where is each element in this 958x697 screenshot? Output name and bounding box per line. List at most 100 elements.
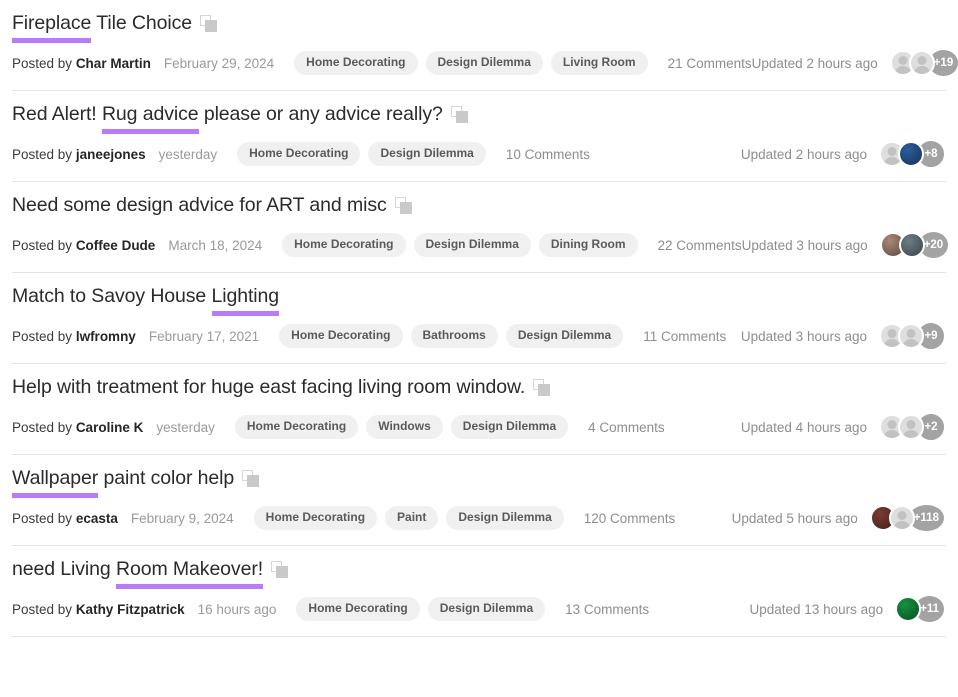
- tag-list: Home Decorating Bathrooms Design Dilemma: [279, 324, 624, 348]
- thread-title-highlight: Wallpaper: [12, 467, 99, 498]
- tag-pill[interactable]: Bathrooms: [410, 324, 498, 348]
- copy-icon[interactable]: [394, 197, 412, 214]
- posted-by: Posted by janeejones: [12, 147, 146, 162]
- post-date: yesterday: [156, 419, 215, 435]
- thread-row[interactable]: Need some design advice for ART and misc…: [0, 182, 958, 273]
- tag-pill[interactable]: Design Dilemma: [368, 142, 486, 166]
- avatar-group: +11: [895, 594, 946, 624]
- thread-meta-line: Posted by Kathy Fitzpatrick 16 hours ago H…: [12, 581, 946, 637]
- tag-pill[interactable]: Home Decorating: [296, 597, 420, 621]
- thread-title-link[interactable]: need Living Room Makeover!: [12, 557, 264, 589]
- avatar-placeholder-body: [894, 66, 912, 74]
- tag-pill[interactable]: Dining Room: [538, 233, 638, 257]
- thread-title-line: need Living Room Makeover!: [12, 546, 946, 589]
- author-link[interactable]: Kathy Fitzpatrick: [76, 602, 185, 617]
- tag-pill[interactable]: Design Dilemma: [427, 597, 546, 621]
- thread-title-link[interactable]: Match to Savoy House Lighting: [12, 284, 280, 316]
- thread-row[interactable]: need Living Room Makeover! Posted by Kath…: [0, 546, 958, 637]
- updated-timestamp: Updated 2 hours ago: [751, 55, 878, 71]
- thread-title-before: Red Alert!: [12, 103, 102, 125]
- posted-by-prefix: Posted by: [12, 328, 73, 344]
- tag-pill[interactable]: Design Dilemma: [505, 324, 624, 348]
- copy-icon[interactable]: [533, 379, 551, 396]
- thread-row[interactable]: Red Alert! Rug advice please or any advi…: [0, 91, 958, 182]
- avatar[interactable]: [895, 596, 922, 622]
- tag-pill[interactable]: Windows: [366, 415, 443, 439]
- tag-list: Home Decorating Design Dilemma Living Room: [294, 51, 648, 75]
- copy-icon-front-square: [455, 111, 468, 123]
- avatar-placeholder-head: [897, 511, 907, 520]
- author-link[interactable]: janeejones: [76, 147, 146, 162]
- thread-title-link[interactable]: Help with treatment for huge east facing…: [12, 375, 525, 399]
- comment-count[interactable]: 4 Comments: [588, 420, 665, 435]
- thread-title-link[interactable]: Fireplace Tile Choice: [12, 11, 192, 43]
- copy-icon[interactable]: [450, 106, 468, 123]
- tag-pill[interactable]: Home Decorating: [282, 233, 406, 257]
- thread-title-link[interactable]: Red Alert! Rug advice please or any advi…: [12, 102, 443, 134]
- copy-icon[interactable]: [242, 470, 260, 487]
- avatar-placeholder-body: [913, 66, 931, 74]
- row-divider: [12, 636, 946, 637]
- tag-pill[interactable]: Home Decorating: [294, 51, 418, 75]
- thread-title-before: need Living: [12, 558, 116, 580]
- comment-count[interactable]: 21 Comments: [668, 56, 752, 71]
- avatar[interactable]: [898, 141, 924, 167]
- comment-count[interactable]: 22 Comments: [658, 238, 742, 253]
- thread-title-line: Help with treatment for huge east facing…: [12, 364, 946, 399]
- thread-title-before: Match to Savoy House: [12, 285, 212, 307]
- thread-title-link[interactable]: Wallpaper paint color help: [12, 466, 234, 498]
- avatar-placeholder-body: [902, 430, 920, 438]
- avatar-placeholder-head: [906, 329, 916, 338]
- thread-title-link[interactable]: Need some design advice for ART and misc: [12, 193, 387, 217]
- author-link[interactable]: ecasta: [76, 511, 118, 526]
- author-link[interactable]: Coffee Dude: [76, 238, 156, 253]
- avatar[interactable]: [898, 232, 925, 258]
- tag-pill[interactable]: Design Dilemma: [450, 415, 569, 439]
- tag-pill[interactable]: Home Decorating: [234, 415, 359, 439]
- thread-title-line: Fireplace Tile Choice: [12, 0, 946, 43]
- avatar-group: +2: [879, 412, 946, 442]
- thread-title-after: Help with treatment for huge east facing…: [12, 376, 526, 398]
- comment-count[interactable]: 10 Comments: [506, 147, 590, 162]
- tag-pill[interactable]: Home Decorating: [253, 506, 378, 530]
- thread-row[interactable]: Help with treatment for huge east facing…: [0, 364, 958, 455]
- avatar[interactable]: [908, 50, 935, 76]
- copy-icon[interactable]: [271, 561, 289, 578]
- thread-title-highlight: Fireplace: [12, 12, 92, 43]
- thread-row[interactable]: Wallpaper paint color help Posted by ecas…: [0, 455, 958, 546]
- comment-count[interactable]: 11 Comments: [643, 329, 726, 344]
- avatar[interactable]: [888, 505, 915, 531]
- comment-count[interactable]: 120 Comments: [584, 511, 676, 526]
- posted-by: Posted by Coffee Dude: [12, 238, 155, 253]
- post-date: February 29, 2024: [163, 55, 275, 71]
- thread-row[interactable]: Match to Savoy House Lighting Posted by l…: [0, 273, 958, 364]
- avatar-group: +118: [869, 503, 946, 533]
- tag-pill[interactable]: Design Dilemma: [446, 506, 564, 530]
- tag-pill[interactable]: Design Dilemma: [425, 51, 543, 75]
- avatar[interactable]: [898, 414, 924, 440]
- thread-title-highlight: Lighting: [211, 285, 280, 316]
- tag-pill[interactable]: Paint: [385, 506, 439, 530]
- tag-pill[interactable]: Design Dilemma: [413, 233, 531, 257]
- thread-row[interactable]: Fireplace Tile Choice Posted by Char Mart…: [0, 0, 958, 91]
- post-date: March 18, 2024: [168, 237, 263, 253]
- author-link[interactable]: lwfromny: [76, 329, 136, 344]
- tag-pill[interactable]: Home Decorating: [237, 142, 361, 166]
- copy-icon-front-square: [276, 566, 289, 578]
- thread-title-highlight: Room Makeover!: [115, 558, 264, 589]
- comment-count[interactable]: 13 Comments: [565, 602, 649, 617]
- thread-meta-line: Posted by Caroline K yesterday Home Decora…: [12, 399, 946, 455]
- tag-list: Home Decorating Paint Design Dilemma: [253, 506, 564, 530]
- thread-list: Fireplace Tile Choice Posted by Char Mart…: [0, 0, 958, 637]
- copy-icon[interactable]: [200, 15, 217, 32]
- post-date: February 9, 2024: [130, 510, 234, 526]
- author-link[interactable]: Char Martin: [76, 56, 151, 71]
- avatar[interactable]: [898, 323, 924, 349]
- post-date: yesterday: [158, 146, 218, 162]
- tag-pill[interactable]: Living Room: [550, 51, 648, 75]
- posted-by: Posted by ecasta: [12, 511, 118, 526]
- copy-icon-front-square: [247, 475, 260, 487]
- author-link[interactable]: Caroline K: [76, 420, 144, 435]
- thread-title-line: Match to Savoy House Lighting: [12, 273, 946, 316]
- tag-pill[interactable]: Home Decorating: [279, 324, 403, 348]
